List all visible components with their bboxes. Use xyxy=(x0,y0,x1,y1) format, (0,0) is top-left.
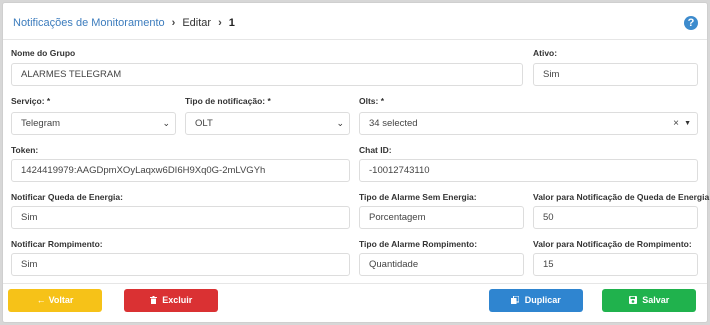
breadcrumb-separator: › xyxy=(171,17,176,29)
olts-multiselect-value: 34 selected xyxy=(369,118,418,129)
service-select-value: Telegram xyxy=(21,118,61,129)
olts-multiselect[interactable]: 34 selected × ▼ xyxy=(359,112,698,135)
alarm-type-break-input[interactable]: Quantidade xyxy=(359,253,524,276)
chevron-down-icon: ⌄ xyxy=(336,118,344,128)
token-input[interactable]: 1424419979:AAGDpmXOyLaqxw6DI6H9Xq0G-2mLV… xyxy=(11,159,350,182)
notification-type-label: Tipo de notificação: * xyxy=(185,96,271,106)
token-label: Token: xyxy=(11,145,39,155)
notify-break-input[interactable]: Sim xyxy=(11,253,350,276)
edit-card: Notificações de Monitoramento › Editar ›… xyxy=(2,2,710,323)
arrow-left-icon: ← xyxy=(36,295,46,305)
save-button[interactable]: Salvar xyxy=(602,289,696,312)
delete-button[interactable]: Excluir xyxy=(124,289,218,312)
active-input[interactable]: Sim xyxy=(533,63,698,86)
service-label: Serviço: * xyxy=(11,96,51,106)
breadcrumb-link-notifications[interactable]: Notificações de Monitoramento xyxy=(13,16,165,30)
breadcrumb-record-id: 1 xyxy=(228,17,235,29)
back-button-label: Voltar xyxy=(48,295,74,305)
delete-button-label: Excluir xyxy=(162,295,193,305)
copy-icon xyxy=(511,295,522,305)
help-icon[interactable]: ? xyxy=(684,16,698,30)
chat-id-input[interactable]: -10012743110 xyxy=(359,159,698,182)
chat-id-label: Chat ID: xyxy=(359,145,392,155)
breadcrumb-separator: › xyxy=(218,17,222,29)
olts-label: Olts: * xyxy=(359,96,385,106)
active-label: Ativo: xyxy=(533,48,558,58)
power-loss-value-input[interactable]: 50 xyxy=(533,206,698,229)
trash-icon xyxy=(149,295,160,305)
footer-divider xyxy=(3,283,707,284)
group-name-input[interactable]: ALARMES TELEGRAM xyxy=(11,63,523,86)
chevron-down-icon: ⌄ xyxy=(162,118,170,128)
alarm-type-break-label: Tipo de Alarme Rompimento: xyxy=(359,239,478,249)
save-button-label: Salvar xyxy=(642,295,670,305)
notification-type-select[interactable]: OLT ⌄ xyxy=(185,112,350,135)
notification-type-select-value: OLT xyxy=(195,118,213,129)
notify-power-loss-input[interactable]: Sim xyxy=(11,206,350,229)
alarm-type-power-label: Tipo de Alarme Sem Energia: xyxy=(359,192,477,202)
notify-power-loss-label: Notificar Queda de Energia: xyxy=(11,192,123,202)
close-icon[interactable]: × xyxy=(673,113,679,134)
alarm-type-power-input[interactable]: Porcentagem xyxy=(359,206,524,229)
power-loss-value-label: Valor para Notificação de Queda de Energ… xyxy=(533,192,710,202)
break-value-label: Valor para Notificação de Rompimento: xyxy=(533,239,692,249)
duplicate-button-label: Duplicar xyxy=(524,295,561,305)
notify-break-label: Notificar Rompimento: xyxy=(11,239,103,249)
service-select[interactable]: Telegram ⌄ xyxy=(11,112,176,135)
breadcrumb: Notificações de Monitoramento › Editar ›… xyxy=(13,16,235,30)
group-name-label: Nome do Grupo xyxy=(11,48,76,58)
break-value-input[interactable]: 15 xyxy=(533,253,698,276)
breadcrumb-edit: Editar xyxy=(182,17,212,29)
header-divider xyxy=(3,39,707,40)
back-button[interactable]: ← Voltar xyxy=(8,289,102,312)
duplicate-button[interactable]: Duplicar xyxy=(489,289,583,312)
floppy-disk-icon xyxy=(628,295,640,305)
chevron-down-icon[interactable]: ▼ xyxy=(684,113,691,134)
